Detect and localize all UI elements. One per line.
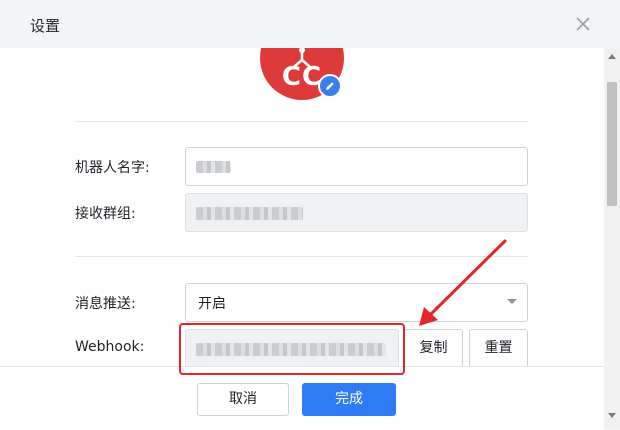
push-label: 消息推送: (75, 296, 136, 312)
redacted-text (196, 207, 303, 220)
push-select[interactable]: 开启 (185, 283, 528, 322)
webhook-highlight-box (179, 323, 405, 375)
scroll-thumb[interactable] (607, 82, 617, 206)
dialog-header: 设置 (0, 0, 620, 49)
receive-group-field (185, 193, 528, 232)
dialog-content: CC 机器人名字: 接收群组: 消息推送: 开启 Webhook: 复制 重置 (0, 48, 604, 366)
edit-avatar-icon[interactable] (318, 74, 342, 98)
dialog-title: 设置 (30, 17, 61, 35)
settings-dialog: 设置 CC 机器人名字: 接收群组: 消息推送: 开启 Webhook: 复制 … (0, 0, 620, 430)
cancel-button[interactable]: 取消 (197, 383, 289, 416)
chevron-down-icon (507, 299, 517, 304)
done-button[interactable]: 完成 (302, 383, 396, 416)
divider (75, 256, 528, 257)
divider (75, 121, 528, 122)
webhook-label: Webhook: (75, 339, 145, 355)
receive-group-label: 接收群组: (75, 206, 136, 222)
copy-button[interactable]: 复制 (404, 329, 463, 366)
close-icon[interactable] (574, 15, 592, 33)
scroll-up-icon[interactable] (608, 54, 616, 59)
redacted-text (196, 161, 231, 173)
reset-button[interactable]: 重置 (469, 329, 528, 366)
dialog-footer: 取消 完成 (0, 366, 604, 430)
robot-name-label: 机器人名字: (75, 160, 150, 176)
scrollbar[interactable] (604, 48, 620, 429)
robot-name-input[interactable] (185, 147, 528, 186)
scroll-down-icon[interactable] (608, 413, 616, 418)
push-select-value: 开启 (198, 296, 226, 312)
